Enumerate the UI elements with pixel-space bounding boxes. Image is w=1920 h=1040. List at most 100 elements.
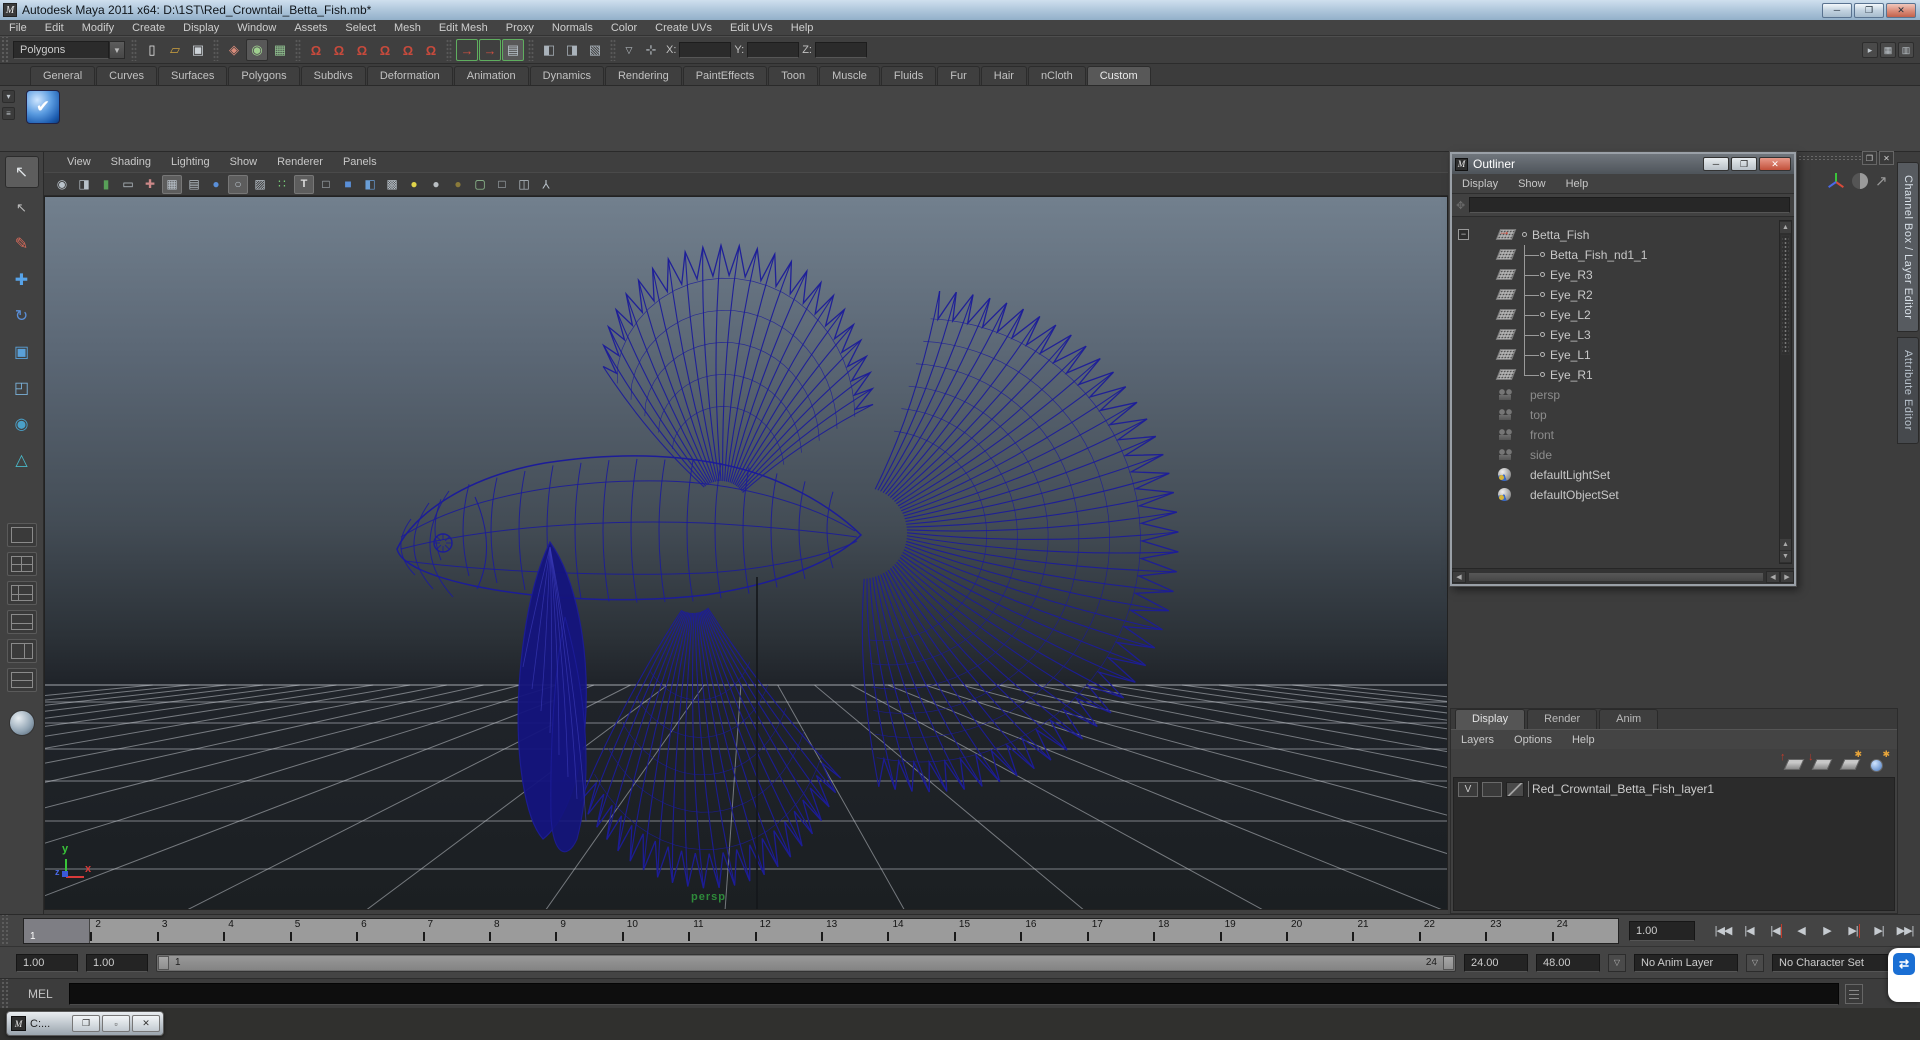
- outliner-tree-row[interactable]: − Eye_L1: [1452, 345, 1794, 365]
- outliner-tree-row[interactable]: − Eye_R3: [1452, 265, 1794, 285]
- scroll-up-icon[interactable]: ▲: [1780, 222, 1791, 233]
- outliner-tree-row[interactable]: − Eye_R2: [1452, 285, 1794, 305]
- animation-start-field[interactable]: 1.00: [16, 953, 78, 972]
- layout-pane-bottom-split-button[interactable]: [6, 610, 37, 634]
- scroll-down-icon[interactable]: ▼: [1780, 551, 1791, 562]
- textured-icon[interactable]: [294, 174, 314, 194]
- soft-modification-tool-icon[interactable]: [5, 408, 39, 440]
- frame-cell[interactable]: 22: [1418, 919, 1485, 943]
- frame-ruler[interactable]: 1 2 3 4: [23, 917, 1619, 944]
- close-panel-icon[interactable]: ✕: [1879, 151, 1894, 165]
- layout-two-pane-side-button[interactable]: [6, 639, 37, 663]
- layout-pane-left-split-button[interactable]: [6, 581, 37, 605]
- frame-cell[interactable]: 5: [289, 919, 356, 943]
- outliner-menu-item[interactable]: Display: [1452, 178, 1508, 190]
- new-layer-assign-selected-icon[interactable]: [1867, 749, 1890, 772]
- shelf-menu-icon[interactable]: ≡: [2, 107, 15, 120]
- go-to-start-button[interactable]: |◀◀: [1711, 920, 1735, 942]
- shelf-tab[interactable]: Toon: [768, 66, 819, 85]
- maximize-button[interactable]: ❐: [1854, 2, 1884, 18]
- render-current-frame-icon[interactable]: [538, 39, 560, 61]
- menu-item[interactable]: Color: [602, 22, 646, 34]
- input-connections-icon[interactable]: [456, 39, 478, 61]
- frame-cell[interactable]: 24: [1551, 919, 1618, 943]
- camera-manipulator-icon[interactable]: [140, 175, 160, 194]
- shelf-tab[interactable]: Subdivs: [300, 66, 366, 85]
- frame-cell[interactable]: 17: [1086, 919, 1153, 943]
- plugin-cube-icon[interactable]: [492, 175, 512, 194]
- betta-fish-wireframe[interactable]: [45, 197, 1448, 910]
- textured-cube-icon[interactable]: [360, 175, 380, 194]
- share-view-icon[interactable]: [536, 175, 556, 194]
- outliner-menu-item[interactable]: Help: [1556, 178, 1599, 190]
- paint-select-tool-icon[interactable]: [5, 228, 39, 260]
- frame-cell[interactable]: 7: [422, 919, 489, 943]
- frame-cell[interactable]: 4: [223, 919, 289, 943]
- outliner-tree-row[interactable]: − defaultLightSet: [1452, 465, 1794, 485]
- scroll-left-icon[interactable]: ◀: [1766, 570, 1780, 583]
- frame-cell[interactable]: 13: [821, 919, 887, 943]
- toolbar-grip[interactable]: [0, 37, 9, 63]
- speed-precision-icon[interactable]: [1852, 173, 1868, 189]
- panel-menu-item[interactable]: Show: [221, 156, 267, 168]
- shelf-tab[interactable]: Fur: [937, 66, 980, 85]
- command-line-language-label[interactable]: MEL: [28, 987, 53, 1001]
- command-line-input[interactable]: [68, 982, 1839, 1005]
- outliner-tree-row[interactable]: − defaultObjectSet: [1452, 485, 1794, 505]
- shelf-tab[interactable]: nCloth: [1027, 66, 1086, 85]
- shelf-tab[interactable]: Polygons: [228, 66, 300, 85]
- menu-item[interactable]: Create UVs: [646, 22, 721, 34]
- script-editor-icon[interactable]: [1844, 983, 1863, 1004]
- character-set-field[interactable]: No Character Set: [1772, 953, 1890, 972]
- frame-cell[interactable]: 11: [688, 919, 754, 943]
- outliner-tree-row[interactable]: − side: [1452, 445, 1794, 465]
- shelf-tab[interactable]: Dynamics: [529, 66, 604, 85]
- outliner-tree-row[interactable]: − Betta_Fish: [1452, 225, 1794, 245]
- remote-access-icon[interactable]: ⇄: [1893, 953, 1915, 975]
- sidebar-vertical-tab[interactable]: Attribute Editor: [1897, 337, 1919, 445]
- show-hide-attributes-icon[interactable]: ▥: [1898, 42, 1914, 58]
- layer-color-swatch[interactable]: [1506, 781, 1524, 797]
- vertical-scrollbar[interactable]: ▲ ▲ ▼: [1779, 220, 1792, 564]
- outliner-menu-item[interactable]: Show: [1508, 178, 1556, 190]
- viewport-3d-view[interactable]: y x z persp: [44, 196, 1448, 910]
- render-view-sphere-icon[interactable]: [8, 710, 35, 736]
- shaded-icon[interactable]: [206, 175, 226, 194]
- menu-item[interactable]: Modify: [73, 22, 123, 34]
- outliner-tree-row[interactable]: − persp: [1452, 385, 1794, 405]
- layer-editor-menu-item[interactable]: Options: [1504, 734, 1562, 746]
- construction-history-icon[interactable]: [502, 39, 524, 61]
- frame-cell[interactable]: 14: [887, 919, 953, 943]
- layer-playback-toggle[interactable]: [1482, 781, 1502, 797]
- open-scene-icon[interactable]: [164, 39, 186, 61]
- lighting-default-icon[interactable]: [426, 175, 446, 194]
- frame-cell[interactable]: 3: [156, 919, 223, 943]
- menu-item[interactable]: Help: [782, 22, 823, 34]
- snap-view-plane-icon[interactable]: [397, 39, 419, 61]
- collapse-toggle-icon[interactable]: −: [1458, 229, 1469, 240]
- select-hierarchy-icon[interactable]: [223, 39, 245, 61]
- layer-editor-tab[interactable]: Display: [1455, 709, 1526, 729]
- show-hide-ui-icon[interactable]: ▸: [1862, 42, 1878, 58]
- outliner-tree-row[interactable]: − Betta_Fish_nd1_1: [1452, 245, 1794, 265]
- menu-item[interactable]: Window: [228, 22, 285, 34]
- rotate-tool-icon[interactable]: [5, 300, 39, 332]
- close-icon[interactable]: ✕: [1759, 157, 1791, 171]
- shelf-tab[interactable]: Animation: [453, 66, 529, 85]
- outliner-tree-row[interactable]: − front: [1452, 425, 1794, 445]
- layer-name[interactable]: Red_Crowntail_Betta_Fish_layer1: [1528, 781, 1714, 797]
- shelf-tab[interactable]: Muscle: [819, 66, 880, 85]
- Red_Crowntail_Betta_Fish_layer1-icon[interactable]: V Red_Crowntail_Betta_Fish_layer1: [1454, 778, 1894, 800]
- shelf-tab-arrow-icon[interactable]: ▾: [2, 90, 15, 103]
- render-settings-icon[interactable]: [584, 39, 606, 61]
- scroll-left-icon[interactable]: ◀: [1452, 570, 1466, 583]
- range-slider-bar[interactable]: [169, 955, 1443, 970]
- snap-curve-icon[interactable]: [328, 39, 350, 61]
- playback-end-field[interactable]: 24.00: [1464, 953, 1528, 972]
- move-tool-icon[interactable]: [5, 264, 39, 296]
- frame-cell[interactable]: 15: [953, 919, 1020, 943]
- frame-cell[interactable]: 6: [356, 919, 422, 943]
- frame-cell[interactable]: 18: [1153, 919, 1219, 943]
- snap-point-icon[interactable]: [351, 39, 373, 61]
- step-back-frame-button[interactable]: |◀: [1763, 920, 1787, 942]
